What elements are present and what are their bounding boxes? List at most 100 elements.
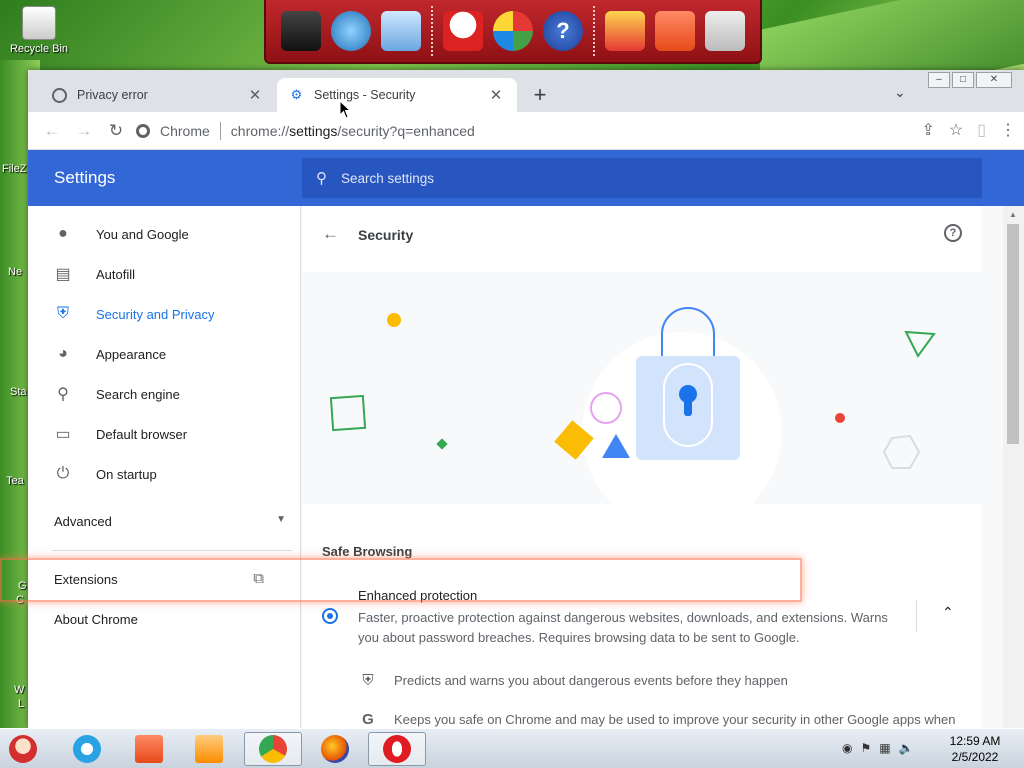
window-controls: – □ ✕ [928,72,1012,88]
desktop-partial-label: Ne [8,266,23,278]
share-icon[interactable]: ⇪ [921,120,934,140]
folder-icon[interactable] [655,11,695,51]
taskbar-opera[interactable] [368,732,426,766]
nav-item-appearance[interactable]: ◕ Appearance [28,334,301,374]
row-divider [916,600,917,632]
nav-label: Search engine [96,386,180,402]
start-button[interactable] [4,732,42,766]
taskbar-firefox[interactable] [316,732,354,766]
forward-arrow-icon[interactable]: → [68,121,100,141]
menu-kebab-icon[interactable]: ⋮ [1000,120,1016,140]
back-arrow-icon[interactable]: ← [322,224,339,244]
back-arrow-icon[interactable]: ← [36,121,68,141]
security-illustration [329,307,936,532]
security-page-header: ← Security ? [302,206,982,264]
nav-item-you-and-google[interactable]: ● You and Google [28,214,301,254]
scroll-up-arrow-icon[interactable]: ▲ [1009,210,1017,219]
network-icon[interactable] [381,11,421,51]
url-rest: /security?q=enhanced [337,123,475,139]
gear-icon: ⚙ [290,87,303,102]
firefox-icon [321,735,349,763]
highlight-box [0,558,802,602]
taskbar-ie[interactable] [68,732,106,766]
network-icon[interactable]: ▦ [879,741,890,755]
scrollbar-thumb[interactable] [1007,224,1019,444]
help-icon[interactable]: ? [944,224,962,242]
internet-explorer-icon [73,735,101,763]
chrome-icon [259,735,287,763]
taskbar-explorer[interactable] [130,732,168,766]
nav-about-chrome[interactable]: About Chrome [54,612,138,627]
tab-settings-security[interactable]: ⚙ Settings - Security ✕ [277,78,517,112]
help-icon[interactable]: ? [543,11,583,51]
chevron-up-icon[interactable]: ⌃ [942,604,954,621]
nav-item-search-engine[interactable]: ⚲ Search engine [28,374,301,414]
speaker-icon[interactable]: 🔈 [899,741,914,755]
enhanced-protection-radio[interactable] [322,608,338,624]
globe-icon[interactable] [331,11,371,51]
close-icon[interactable]: ✕ [487,86,505,104]
nav-label: Advanced [54,514,112,529]
tab-privacy-error[interactable]: Privacy error ✕ [40,78,276,112]
tab-strip: Privacy error ✕ ⚙ Settings - Security ✕ … [28,70,1024,112]
nav-divider [52,550,292,551]
taskbar-clock[interactable]: 12:59 AM 2/5/2022 [940,733,1010,765]
flag-icon[interactable]: ⚑ [860,741,871,755]
feature-bullet: G Keeps you safe on Chrome and may be us… [358,711,955,728]
santa-icon [9,735,37,763]
extension-icon[interactable]: ▯ [977,120,986,140]
new-tab-button[interactable]: + [528,82,552,108]
toolbar: ← → ↻ Chrome chrome://settings/security?… [28,112,1024,150]
page-scrollbar[interactable]: ▲ [1003,206,1024,728]
bullet-text: Predicts and warns you about dangerous e… [394,673,788,688]
gift-icon[interactable] [605,11,645,51]
reload-icon[interactable]: ↻ [100,121,132,141]
search-icon: ⚲ [316,170,327,187]
taskbar: ◉ ⚑ ▦ 🔈 12:59 AM 2/5/2022 [0,728,1024,768]
url-host: settings [289,123,338,139]
colorwheel-icon[interactable] [493,11,533,51]
settings-nav: ● You and Google ▤ Autofill ⛨ Security a… [28,206,301,728]
dock-separator [593,6,595,56]
browser-icon: ▭ [55,426,71,443]
globe-icon [52,87,67,103]
toolbar-actions: ⇪ ☆ ▯ ⋮ [921,120,1016,140]
nav-item-default-browser[interactable]: ▭ Default browser [28,414,301,454]
snowman-icon[interactable] [443,11,483,51]
close-icon[interactable]: ✕ [246,86,264,104]
dock-separator [431,6,433,56]
bullet-text: Keeps you safe on Chrome and may be used… [394,712,956,727]
desktop-partial-label: FileZ [2,163,27,175]
desktop-icon-recycle-bin[interactable]: Recycle Bin [2,6,76,55]
maximize-button[interactable]: □ [952,72,974,88]
omnibox[interactable]: Chrome chrome://settings/security?q=enha… [136,116,876,146]
close-window-button[interactable]: ✕ [976,72,1012,88]
nav-label: About Chrome [54,612,138,627]
shield-icon: ⛨ [56,305,69,322]
google-g-icon: G [362,711,374,728]
trash-icon[interactable] [705,11,745,51]
nav-item-on-startup[interactable]: ⏻ On startup [28,454,301,494]
recycle-bin-icon [22,6,56,40]
system-tray: ◉ ⚑ ▦ 🔈 [842,741,914,755]
desktop-partial-label: L [18,698,25,710]
safe-browsing-heading: Safe Browsing [322,544,413,559]
nav-item-security-privacy[interactable]: ⛨ Security and Privacy [28,294,301,334]
search-icon: ⚲ [57,386,69,403]
computer-icon[interactable] [281,11,321,51]
desktop-partial-label: Sta [10,386,27,398]
tray-up-icon[interactable]: ◉ [842,741,852,755]
tab-search-chevron-icon[interactable]: ⌄ [894,84,906,101]
tab-title: Settings - Security [314,88,416,102]
search-settings-input[interactable]: ⚲ Search settings [302,158,982,198]
opera-icon [383,735,411,763]
star-icon[interactable]: ☆ [949,120,963,140]
taskbar-chrome[interactable] [244,732,302,766]
url-host-wrap: settings [289,123,337,139]
nav-item-autofill[interactable]: ▤ Autofill [28,254,301,294]
minimize-button[interactable]: – [928,72,950,88]
taskbar-media[interactable] [190,732,228,766]
nav-label: Appearance [96,346,167,362]
nav-advanced[interactable]: Advanced ▼ [54,514,286,529]
nav-label: Security and Privacy [96,306,215,322]
